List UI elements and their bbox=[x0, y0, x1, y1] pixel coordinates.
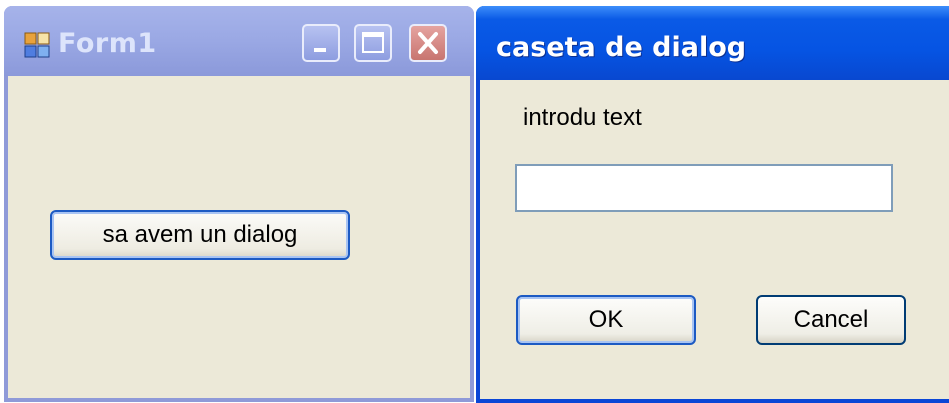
close-icon bbox=[418, 32, 438, 54]
maximize-icon bbox=[362, 32, 384, 53]
form1-titlebar[interactable]: Form1 bbox=[4, 6, 474, 76]
dialog-titlebar[interactable]: caseta de dialog bbox=[476, 6, 949, 80]
minimize-icon bbox=[314, 48, 326, 52]
open-dialog-button[interactable]: sa avem un dialog bbox=[50, 210, 350, 260]
text-input[interactable] bbox=[515, 164, 893, 212]
dialog-title: caseta de dialog bbox=[496, 32, 747, 63]
form1-title: Form1 bbox=[58, 28, 157, 59]
prompt-label: introdu text bbox=[523, 104, 642, 131]
close-button[interactable] bbox=[409, 24, 447, 62]
maximize-button[interactable] bbox=[354, 24, 392, 62]
minimize-button[interactable] bbox=[302, 24, 340, 62]
cancel-button[interactable]: Cancel bbox=[756, 295, 906, 345]
form1-window: Form1 sa avem un dialog bbox=[4, 6, 474, 402]
app-icon bbox=[24, 32, 50, 58]
dialog-window: caseta de dialog introdu text OK Cancel bbox=[476, 6, 949, 403]
ok-button[interactable]: OK bbox=[516, 295, 696, 345]
